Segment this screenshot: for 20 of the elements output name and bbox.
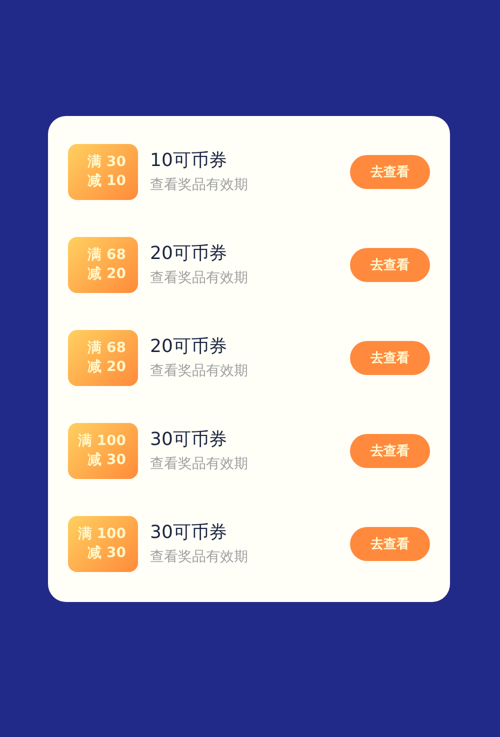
coupon-title: 30可币券 xyxy=(150,428,228,452)
view-button[interactable]: 去查看 xyxy=(350,527,430,561)
view-button[interactable]: 去查看 xyxy=(350,155,430,189)
validity-text: 查看奖品有效期 xyxy=(150,269,249,288)
coupon-badge: 满 100 减 30 xyxy=(68,516,138,572)
coupon-badge: 满 68 减 20 xyxy=(68,330,138,386)
view-button[interactable]: 去查看 xyxy=(350,341,430,375)
validity-text: 查看奖品有效期 xyxy=(150,455,249,474)
view-button[interactable]: 去查看 xyxy=(350,248,430,282)
coupon-title: 20可币券 xyxy=(150,335,228,359)
coupon-title: 20可币券 xyxy=(150,242,228,266)
view-button[interactable]: 去查看 xyxy=(350,434,430,468)
validity-text: 查看奖品有效期 xyxy=(150,548,249,567)
coupon-title: 10可币券 xyxy=(150,149,228,173)
validity-text: 查看奖品有效期 xyxy=(150,362,249,381)
coupon-badge: 满 68 减 20 xyxy=(68,237,138,293)
coupon-title: 30可币券 xyxy=(150,521,228,545)
validity-text: 查看奖品有效期 xyxy=(150,176,249,195)
coupon-badge: 满 100 减 30 xyxy=(68,423,138,479)
coupon-badge: 满 30 减 10 xyxy=(68,144,138,200)
